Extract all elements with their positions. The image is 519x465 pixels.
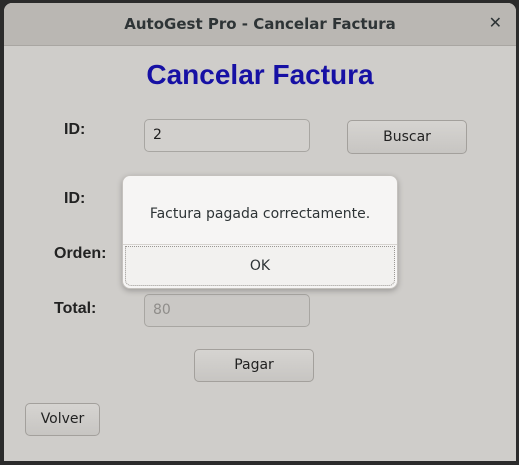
app-window: AutoGest Pro - Cancelar Factura ✕ Cancel… xyxy=(4,3,516,461)
close-icon[interactable]: ✕ xyxy=(489,13,502,32)
back-button[interactable]: Volver xyxy=(25,403,100,436)
page-title: Cancelar Factura xyxy=(146,59,374,90)
pay-button[interactable]: Pagar xyxy=(194,349,314,382)
window-title: AutoGest Pro - Cancelar Factura xyxy=(124,15,396,33)
dialog-message: Factura pagada correctamente. xyxy=(149,206,371,222)
total-field: 80 xyxy=(144,294,310,327)
ok-button[interactable]: OK xyxy=(125,246,395,286)
dialog-divider xyxy=(123,244,397,245)
id-label: ID: xyxy=(64,190,86,207)
title-bar[interactable]: AutoGest Pro - Cancelar Factura ✕ xyxy=(4,3,516,46)
search-id-label: ID: xyxy=(64,121,86,138)
message-dialog: Factura pagada correctamente. OK xyxy=(122,175,398,289)
search-button[interactable]: Buscar xyxy=(347,120,467,154)
total-label: Total: xyxy=(54,300,97,317)
order-label: Orden: xyxy=(54,245,107,262)
search-id-input[interactable]: 2 xyxy=(144,119,310,152)
